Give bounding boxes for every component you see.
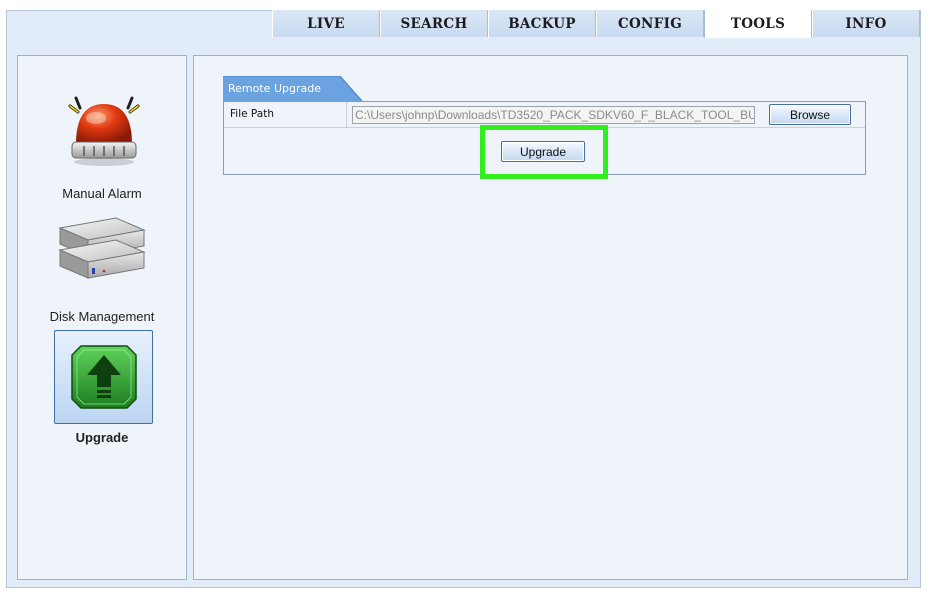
- sidebar-item-manual-alarm[interactable]: Manual Alarm: [18, 94, 186, 204]
- sidebar-item-upgrade-tile[interactable]: [54, 330, 153, 424]
- tab-tools[interactable]: TOOLS: [704, 10, 812, 38]
- sidebar-item-disk-management[interactable]: Disk Management: [18, 216, 186, 326]
- tab-live[interactable]: LIVE: [272, 10, 380, 37]
- file-path-label: File Path: [230, 108, 274, 120]
- content-panel: Remote Upgrade File Path C:\Users\johnp\…: [193, 55, 908, 580]
- tab-config[interactable]: CONFIG: [596, 10, 704, 37]
- sidebar-item-label: Manual Alarm: [62, 186, 142, 201]
- tab-backup[interactable]: BACKUP: [488, 10, 596, 37]
- upgrade-button[interactable]: Upgrade: [501, 141, 585, 162]
- tab-info[interactable]: INFO: [812, 10, 920, 37]
- tools-sidebar: Manual Alarm Disk Management Upgrade: [17, 55, 187, 580]
- tab-search[interactable]: SEARCH: [380, 10, 488, 37]
- alarm-siren-icon: [62, 94, 146, 175]
- sidebar-item-label: Disk Management: [49, 309, 155, 324]
- section-tab-remote-upgrade: Remote Upgrade: [223, 76, 363, 101]
- main-tab-bar: LIVE SEARCH BACKUP CONFIG TOOLS INFO: [272, 10, 921, 38]
- browse-button[interactable]: Browse: [769, 104, 851, 125]
- file-path-input[interactable]: C:\Users\johnp\Downloads\TD3520_PACK_SDK…: [352, 106, 755, 124]
- row-divider: [346, 102, 347, 128]
- hard-disk-icon: [56, 216, 148, 293]
- section-title: Remote Upgrade: [228, 82, 321, 95]
- sidebar-item-upgrade-label: Upgrade: [75, 430, 129, 445]
- upgrade-arrow-icon: [71, 345, 137, 414]
